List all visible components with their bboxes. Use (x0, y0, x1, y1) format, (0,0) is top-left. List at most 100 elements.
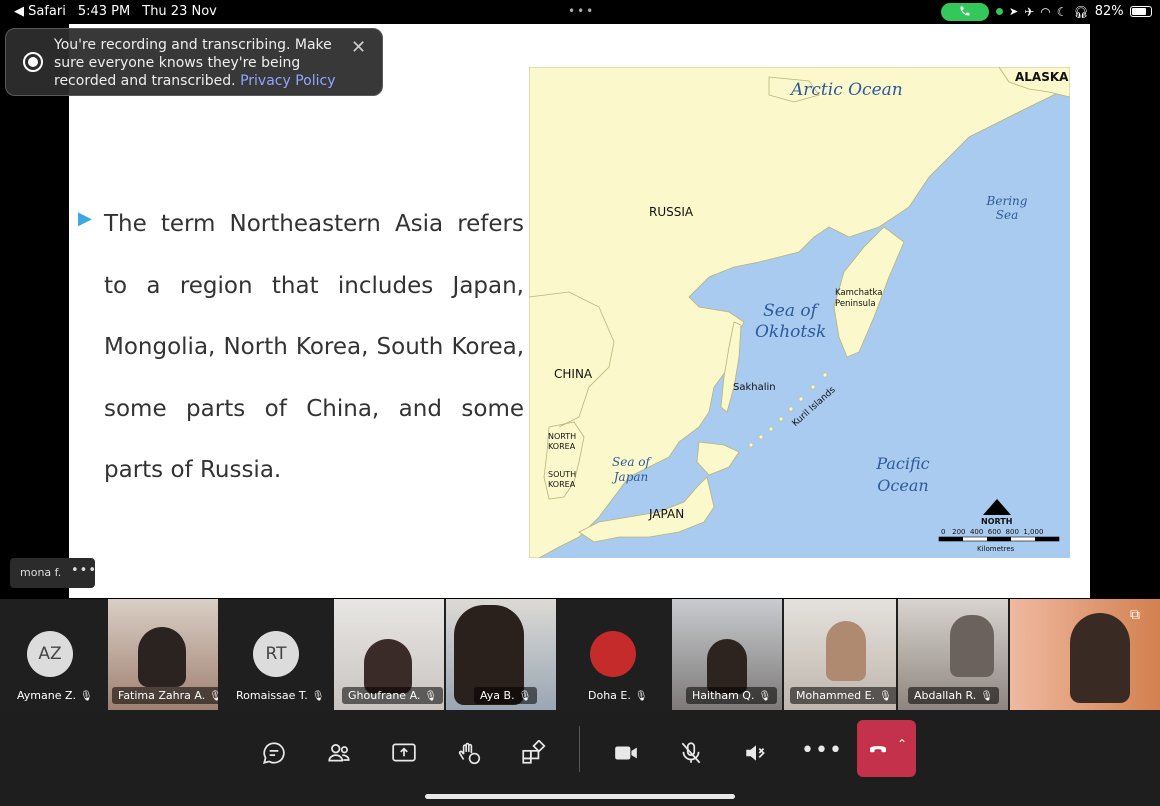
video-feed (950, 615, 994, 677)
participant-name: Ghoufrane A. (348, 689, 421, 702)
people-button[interactable] (319, 731, 359, 771)
multitasking-dots[interactable]: ••• (568, 4, 595, 18)
camera-button[interactable] (606, 731, 646, 771)
location-icon: ➤ (1009, 5, 1019, 18)
apps-button[interactable] (513, 731, 553, 771)
moon-icon: ☾ (1056, 4, 1068, 19)
label-kilometres: Kilometres (977, 545, 1015, 553)
bullet-triangle-icon: ▶ (78, 208, 92, 229)
participants-strip: AZ Aymane Z. 🎙︎ Fatima Zahra A. 🎙︎ RT Roma… (0, 599, 1160, 711)
participant-name: Mohammed E. (796, 689, 876, 702)
toolbar-divider (579, 726, 580, 772)
participant-tile[interactable]: Fatima Zahra A. 🎙︎ (108, 599, 218, 710)
label-sakhalin: Sakhalin (733, 382, 776, 393)
participant-name: Haitham Q. (692, 689, 755, 702)
battery-icon (1129, 6, 1152, 17)
hangup-icon (870, 746, 886, 753)
presenter-name: mona f. (20, 566, 62, 579)
video-feed (1070, 613, 1130, 703)
privacy-policy-link[interactable]: Privacy Policy (240, 73, 335, 89)
status-time: 5:43 PM (77, 4, 131, 19)
participant-tile[interactable]: ⧉ (1010, 599, 1160, 710)
participant-name: Abdallah R. (914, 689, 977, 702)
participant-tile[interactable]: Doha E. 🎙︎ (558, 599, 668, 710)
mic-off-icon: 🎙︎ (634, 691, 648, 702)
label-north-korea: NORTH KOREA (548, 432, 577, 451)
video-feed (364, 639, 412, 694)
share-screen-button[interactable] (384, 731, 424, 771)
participant-name: Romaissae T. (236, 689, 308, 702)
headphones-icon: 🎧︎ (1073, 4, 1089, 19)
recording-banner: You're recording and transcribing. Make … (5, 28, 383, 96)
presenter-name-tag[interactable]: mona f. ••• (10, 558, 97, 588)
recording-icon (23, 52, 43, 72)
video-feed (707, 639, 747, 694)
northeast-asia-map: ALASKA Arctic Ocean RUSSIA Bering Sea Se… (529, 67, 1070, 558)
participant-tile[interactable]: AZ Aymane Z. 🎙︎ (0, 599, 104, 710)
battery-level (1131, 8, 1147, 15)
speaker-icon (746, 744, 765, 761)
participant-tile[interactable]: Ghoufrane A. 🎙︎ (334, 599, 444, 710)
mic-off-icon (681, 741, 701, 763)
mic-off-icon: 🎙︎ (209, 691, 218, 702)
participant-name: Fatima Zahra A. (118, 689, 206, 702)
label-scale: 0 200 400 600 800 1,000 (941, 528, 1044, 536)
mic-off-icon: 🎙︎ (518, 691, 532, 702)
participant-name: Doha E. (588, 689, 631, 702)
share-icon (392, 742, 416, 761)
back-to-safari-link[interactable]: ◀ Safari (14, 4, 66, 19)
participant-tile[interactable]: Abdallah R. 🎙︎ (898, 599, 1008, 710)
shared-slide: ▶ The term Northeastern Asia refers to a… (69, 24, 1090, 598)
camera-in-use-indicator (996, 8, 1003, 15)
label-kamchatka: Kamchatka Peninsula (835, 288, 883, 309)
slide-paragraph: The term Northeastern Asia refers to a r… (104, 211, 524, 483)
call-toolbar: ••• ⌃ (0, 711, 1160, 806)
active-call-pill[interactable] (941, 3, 989, 21)
video-feed (826, 621, 866, 681)
label-russia: RUSSIA (649, 205, 694, 219)
video-feed (138, 627, 186, 687)
phone-icon (960, 6, 970, 16)
chat-button[interactable] (254, 731, 294, 771)
label-south-korea: SOUTH KOREA (548, 470, 577, 489)
home-indicator[interactable] (425, 794, 735, 799)
label-alaska: ALASKA (1015, 70, 1069, 84)
camera-icon (615, 746, 637, 759)
mic-off-icon: 🎙︎ (758, 691, 772, 702)
avatar: AZ (27, 631, 73, 677)
mic-off-icon: 🎙︎ (879, 691, 892, 702)
mic-off-icon: 🎙︎ (311, 691, 325, 702)
avatar: RT (253, 631, 299, 677)
more-options-icon[interactable]: ••• (71, 563, 97, 578)
chat-icon (263, 741, 285, 764)
label-bering-sea: Bering Sea (986, 194, 1028, 222)
microphone-button[interactable] (671, 731, 711, 771)
more-actions-button[interactable]: ••• (801, 731, 842, 771)
hangup-button[interactable]: ⌃ (857, 720, 916, 777)
react-button[interactable] (449, 731, 489, 771)
react-icon (458, 742, 481, 764)
mic-off-icon: 🎙︎ (424, 691, 438, 702)
avatar (590, 631, 636, 677)
status-date: Thu 23 Nov (142, 4, 217, 19)
speaker-button[interactable] (736, 731, 776, 771)
wifi-icon: ◠ (1040, 4, 1051, 19)
label-sea-of-japan: Sea of Japan (612, 455, 650, 484)
mic-off-icon: 🎙︎ (80, 691, 93, 702)
video-switch-icon[interactable]: ⧉ (1130, 607, 1140, 623)
label-china: CHINA (554, 367, 593, 381)
people-icon (328, 743, 350, 761)
participant-name: Aymane Z. (17, 689, 77, 702)
apps-icon (522, 738, 546, 764)
participant-tile[interactable]: Haitham Q. 🎙︎ (672, 599, 782, 710)
participant-tile[interactable]: Aya B. 🎙︎ (446, 599, 556, 710)
north-arrow-icon (983, 499, 1011, 515)
battery-percent: 82% (1094, 4, 1124, 19)
label-arctic-ocean: Arctic Ocean (791, 80, 903, 100)
chevron-up-icon[interactable]: ⌃ (897, 737, 907, 751)
airplane-icon: ✈ (1024, 4, 1035, 19)
close-icon[interactable]: ✕ (351, 37, 366, 58)
participant-tile[interactable]: RT Romaissae T. 🎙︎ (222, 599, 330, 710)
status-bar: ◀ Safari 5:43 PM Thu 23 Nov ••• ➤ ✈ ◠ ☾ … (0, 0, 1160, 24)
participant-tile[interactable]: Mohammed E. 🎙︎ (784, 599, 896, 710)
